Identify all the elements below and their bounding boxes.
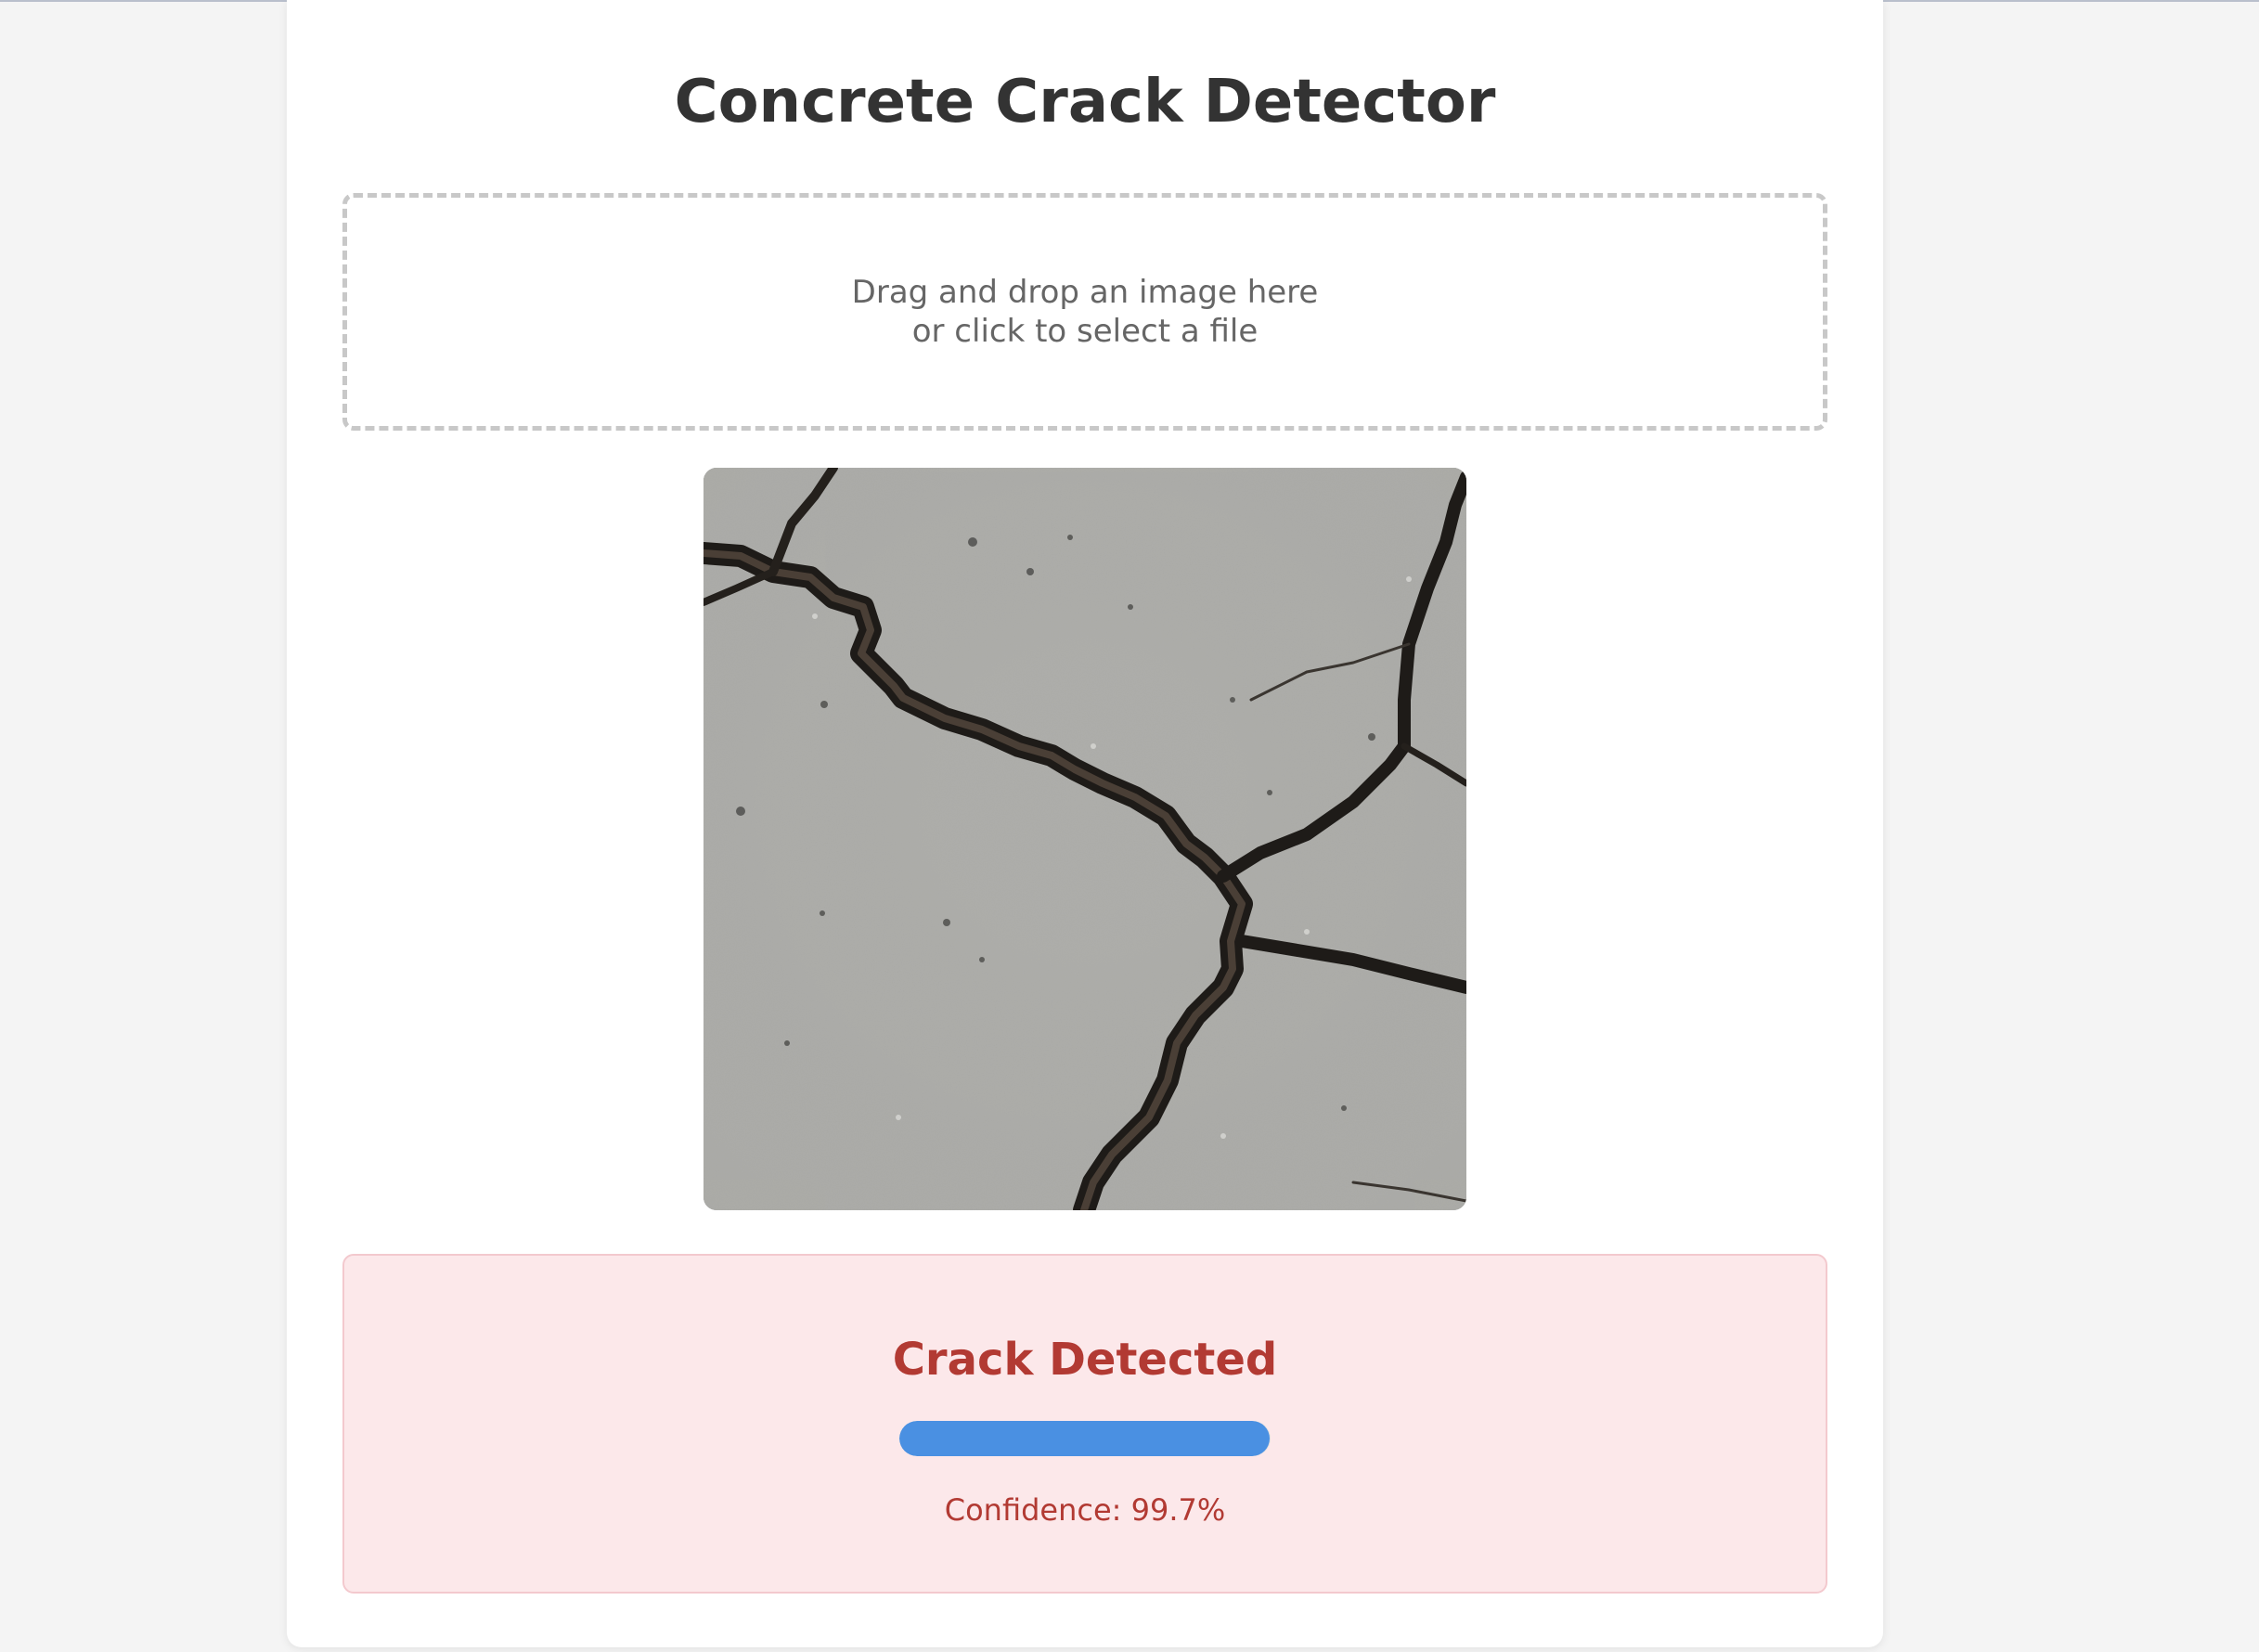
page-title: Concrete Crack Detector <box>674 68 1496 136</box>
confidence-bar-fill <box>899 1421 1270 1456</box>
result-panel: Crack Detected Confidence: 99.7% <box>342 1254 1827 1594</box>
dropzone-line-2: or click to select a file <box>911 313 1259 350</box>
page: { "app": { "title": "Concrete Crack Dete… <box>0 0 2259 1652</box>
dropzone-line-1: Drag and drop an image here <box>851 274 1319 311</box>
concrete-crack-image <box>704 468 1466 1210</box>
confidence-bar <box>899 1421 1271 1456</box>
main-card: Concrete Crack Detector Drag and drop an… <box>287 0 1883 1647</box>
confidence-text: Confidence: 99.7% <box>944 1492 1226 1528</box>
uploaded-image-preview <box>704 468 1466 1210</box>
image-dropzone[interactable]: Drag and drop an image here or click to … <box>342 193 1827 431</box>
result-label: Crack Detected <box>892 1334 1278 1386</box>
